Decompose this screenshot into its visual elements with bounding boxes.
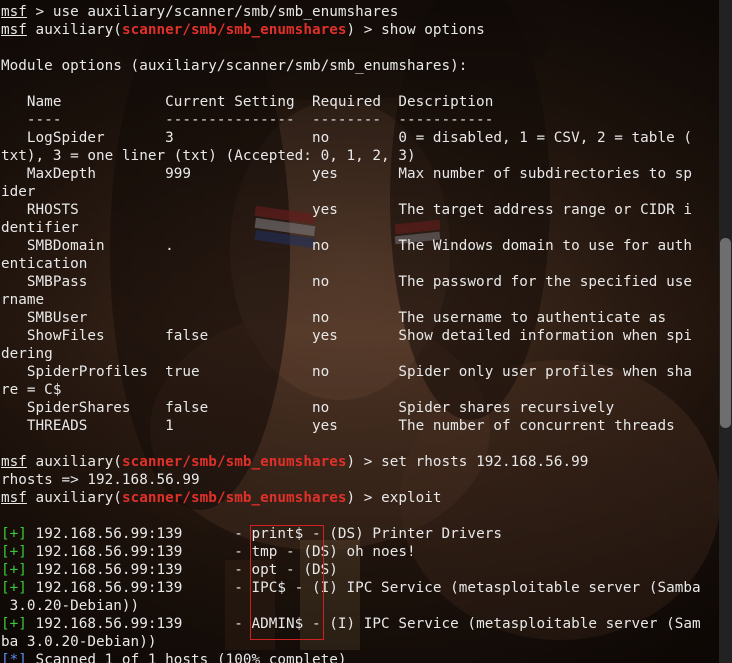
line-text: 192.168.56.99:139 - opt - (DS) bbox=[26, 562, 338, 578]
scrollbar-thumb[interactable] bbox=[720, 238, 731, 428]
line-text: Name Current Setting Required Descriptio… bbox=[1, 94, 494, 110]
line-text: 192.168.56.99:139 - IPC$ - (I) IPC Servi… bbox=[26, 580, 701, 596]
terminal-line: rname bbox=[1, 291, 44, 309]
prompt-msf: msf bbox=[1, 490, 27, 506]
terminal-line: [+] 192.168.56.99:139 - ADMIN$ - (I) IPC… bbox=[1, 615, 701, 633]
terminal-line: LogSpider 3 no 0 = disabled, 1 = CSV, 2 … bbox=[1, 129, 692, 147]
terminal-line: re = C$ bbox=[1, 381, 61, 399]
terminal-line: SpiderShares false no Spider shares recu… bbox=[1, 399, 614, 417]
terminal-line: msf > use auxiliary/scanner/smb/smb_enum… bbox=[1, 3, 398, 21]
prompt-module-path: scanner/smb/smb_enumshares bbox=[121, 454, 347, 470]
line-text: txt), 3 = one liner (txt) (Accepted: 0, … bbox=[1, 148, 416, 164]
terminal-line: SMBDomain . no The Windows domain to use… bbox=[1, 237, 692, 255]
terminal-line: Module options (auxiliary/scanner/smb/sm… bbox=[1, 57, 467, 75]
line-text: SMBPass no The password for the specifie… bbox=[1, 274, 692, 290]
terminal-line: THREADS 1 yes The number of concurrent t… bbox=[1, 417, 675, 435]
line-text: 192.168.56.99:139 - ADMIN$ - (I) IPC Ser… bbox=[26, 616, 701, 632]
terminal-line: msf auxiliary(scanner/smb/smb_enumshares… bbox=[1, 453, 588, 471]
prompt-module-path: scanner/smb/smb_enumshares bbox=[121, 490, 347, 506]
line-text: RHOSTS yes The target address range or C… bbox=[1, 202, 692, 218]
terminal-line: SMBUser no The username to authenticate … bbox=[1, 309, 666, 327]
info-marker: [*] bbox=[1, 652, 27, 663]
line-text: SpiderShares false no Spider shares recu… bbox=[1, 400, 615, 416]
prompt-module-path: scanner/smb/smb_enumshares bbox=[121, 22, 347, 38]
line-text: entication bbox=[1, 256, 88, 272]
line-text: LogSpider 3 no 0 = disabled, 1 = CSV, 2 … bbox=[1, 130, 692, 146]
line-text: > use auxiliary/scanner/smb/smb_enumshar… bbox=[26, 4, 399, 20]
line-text: SMBUser no The username to authenticate … bbox=[1, 310, 667, 326]
prompt-msf: msf bbox=[1, 4, 27, 20]
terminal-line: [*] Scanned 1 of 1 hosts (100% complete) bbox=[1, 651, 347, 663]
terminal-line: RHOSTS yes The target address range or C… bbox=[1, 201, 692, 219]
terminal-line: ba 3.0.20-Debian)) bbox=[1, 633, 156, 651]
terminal-output[interactable]: msf > use auxiliary/scanner/smb/smb_enum… bbox=[0, 0, 719, 663]
terminal-line: ider bbox=[1, 183, 36, 201]
line-text: SpiderProfiles true no Spider only user … bbox=[1, 364, 692, 380]
terminal-line: [+] 192.168.56.99:139 - print$ - (DS) Pr… bbox=[1, 525, 502, 543]
terminal-line: Name Current Setting Required Descriptio… bbox=[1, 93, 493, 111]
line-text: ba 3.0.20-Debian)) bbox=[1, 634, 157, 650]
line-text: auxiliary( bbox=[26, 22, 122, 38]
line-text: rname bbox=[1, 292, 45, 308]
terminal-line: [+] 192.168.56.99:139 - opt - (DS) bbox=[1, 561, 338, 579]
line-text: auxiliary( bbox=[26, 490, 122, 506]
line-text: ) > show options bbox=[346, 22, 485, 38]
line-text: THREADS 1 yes The number of concurrent t… bbox=[1, 418, 675, 434]
prompt-msf: msf bbox=[1, 22, 27, 38]
terminal-line: 3.0.20-Debian)) bbox=[1, 597, 140, 615]
line-text: dering bbox=[1, 346, 53, 362]
terminal-line: txt), 3 = one liner (txt) (Accepted: 0, … bbox=[1, 147, 416, 165]
line-text: rhosts => 192.168.56.99 bbox=[1, 472, 200, 488]
terminal-line: ---- --------------- -------- ----------… bbox=[1, 111, 493, 129]
line-text: 192.168.56.99:139 - tmp - (DS) oh noes! bbox=[26, 544, 416, 560]
line-text: ShowFiles false yes Show detailed inform… bbox=[1, 328, 692, 344]
terminal-line: ShowFiles false yes Show detailed inform… bbox=[1, 327, 692, 345]
line-text: Scanned 1 of 1 hosts (100% complete) bbox=[26, 652, 347, 663]
terminal-line: entication bbox=[1, 255, 87, 273]
line-text: ) > set rhosts 192.168.56.99 bbox=[346, 454, 589, 470]
line-text: ) > exploit bbox=[346, 490, 442, 506]
terminal-line: dentifier bbox=[1, 219, 79, 237]
line-text: re = C$ bbox=[1, 382, 62, 398]
line-text: auxiliary( bbox=[26, 454, 122, 470]
terminal-line: [+] 192.168.56.99:139 - IPC$ - (I) IPC S… bbox=[1, 579, 701, 597]
terminal-line: rhosts => 192.168.56.99 bbox=[1, 471, 200, 489]
line-text: 192.168.56.99:139 - print$ - (DS) Printe… bbox=[26, 526, 502, 542]
success-marker: [+] bbox=[1, 526, 27, 542]
success-marker: [+] bbox=[1, 616, 27, 632]
line-text: dentifier bbox=[1, 220, 79, 236]
terminal-line: MaxDepth 999 yes Max number of subdirect… bbox=[1, 165, 692, 183]
success-marker: [+] bbox=[1, 580, 27, 596]
line-text: Module options (auxiliary/scanner/smb/sm… bbox=[1, 58, 468, 74]
terminal-line: [+] 192.168.56.99:139 - tmp - (DS) oh no… bbox=[1, 543, 416, 561]
line-text: SMBDomain . no The Windows domain to use… bbox=[1, 238, 692, 254]
line-text: MaxDepth 999 yes Max number of subdirect… bbox=[1, 166, 692, 182]
prompt-msf: msf bbox=[1, 454, 27, 470]
line-text: ---- --------------- -------- ----------… bbox=[1, 112, 494, 128]
terminal-line: dering bbox=[1, 345, 53, 363]
line-text: 3.0.20-Debian)) bbox=[1, 598, 140, 614]
success-marker: [+] bbox=[1, 562, 27, 578]
terminal-line: msf auxiliary(scanner/smb/smb_enumshares… bbox=[1, 489, 442, 507]
terminal-line: SpiderProfiles true no Spider only user … bbox=[1, 363, 692, 381]
line-text: ider bbox=[1, 184, 36, 200]
terminal-line: msf auxiliary(scanner/smb/smb_enumshares… bbox=[1, 21, 485, 39]
success-marker: [+] bbox=[1, 544, 27, 560]
terminal-scrollbar[interactable] bbox=[719, 0, 732, 663]
terminal-line: SMBPass no The password for the specifie… bbox=[1, 273, 692, 291]
